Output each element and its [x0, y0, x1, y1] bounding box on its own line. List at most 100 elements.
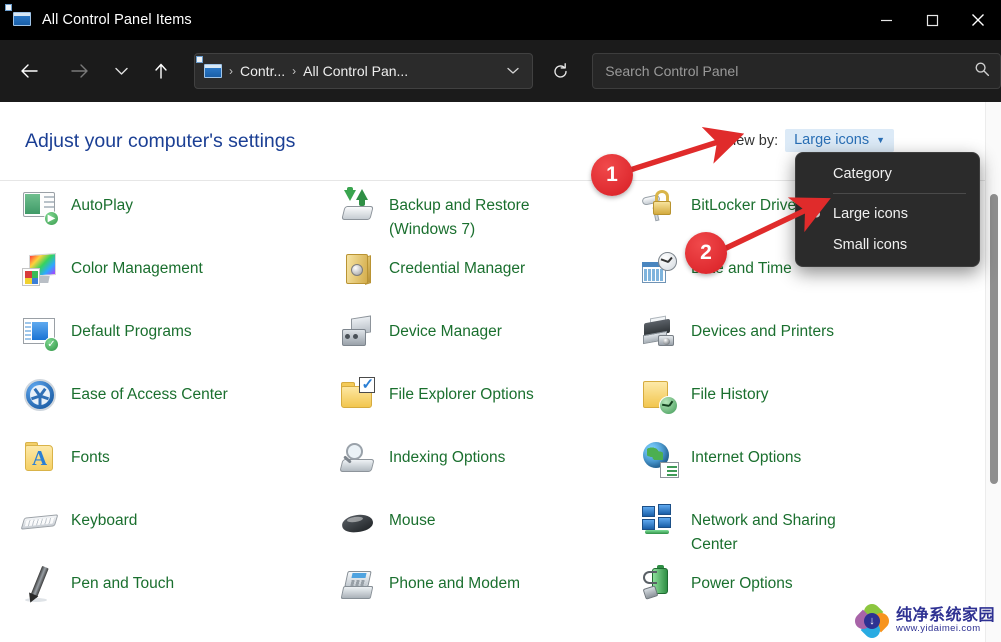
navigation-bar: › Contr... › All Control Pan... [0, 40, 1001, 102]
item-label: Credential Manager [389, 260, 526, 277]
vertical-scrollbar[interactable] [985, 102, 1001, 642]
default-programs-icon: ✓ [22, 315, 59, 352]
watermark-logo-icon: ↓ [851, 600, 893, 642]
item-power-options[interactable]: Power Options [642, 565, 942, 603]
item-internet-options[interactable]: Internet Options [642, 440, 942, 478]
selected-bullet-icon [813, 210, 820, 217]
item-label: Indexing Options [389, 449, 506, 466]
window-controls [863, 0, 1001, 40]
item-ease-of-access-center[interactable]: Ease of Access Center [22, 377, 322, 414]
bitlocker-icon [641, 189, 678, 225]
item-phone-and-modem[interactable]: Phone and Modem [340, 566, 640, 603]
refresh-button[interactable] [543, 54, 577, 88]
item-label: Power Options [691, 575, 793, 592]
view-by-value: Large icons [794, 132, 870, 148]
item-autoplay[interactable]: ▶ AutoPlay [22, 188, 322, 226]
item-label: Ease of Access Center [71, 386, 228, 403]
minimize-button[interactable] [863, 0, 909, 40]
file-history-icon [642, 378, 678, 415]
item-label: File Explorer Options [389, 386, 534, 403]
content-area: Adjust your computer's settings View by:… [0, 102, 1001, 642]
item-indexing-options[interactable]: Indexing Options [339, 440, 640, 477]
annotation-number: 1 [606, 163, 618, 186]
breadcrumb-separator-1: › [229, 64, 233, 78]
annotation-marker-2: 2 [685, 232, 727, 274]
view-by-label: View by: [723, 132, 779, 149]
breadcrumb-control-panel-icon [196, 55, 222, 79]
breadcrumb-chevron-down-icon[interactable] [500, 56, 526, 86]
item-network-and-sharing-center[interactable]: Network and Sharing Center [642, 503, 942, 557]
caret-down-icon: ▼ [876, 134, 885, 145]
item-label: Device Manager [389, 323, 502, 340]
item-fonts[interactable]: A Fonts [22, 440, 322, 477]
menu-item-label: Category [833, 165, 892, 182]
item-device-manager[interactable]: Device Manager [340, 314, 640, 351]
file-explorer-options-icon [340, 375, 376, 414]
recent-locations-button[interactable] [108, 54, 134, 88]
view-by-control: View by: Large icons ▼ [724, 129, 894, 152]
menu-item-label: Small icons [833, 236, 908, 253]
menu-item-label: Large icons [833, 205, 908, 222]
item-credential-manager[interactable]: Credential Manager [340, 251, 640, 288]
item-pen-and-touch[interactable]: Pen and Touch [22, 565, 322, 605]
watermark: ↓ 纯净系统家园 www.yidaimei.com [851, 600, 995, 642]
watermark-title: 纯净系统家园 [895, 606, 995, 624]
autoplay-icon: ▶ [22, 189, 59, 226]
item-label: Internet Options [691, 449, 802, 466]
item-label: Default Programs [71, 323, 192, 340]
keyboard-icon [20, 504, 59, 540]
forward-button[interactable] [62, 54, 96, 88]
window-title: All Control Panel Items [42, 12, 192, 28]
item-label: AutoPlay [71, 197, 134, 214]
back-button[interactable] [12, 54, 46, 88]
item-label: Network and Sharing Center [691, 512, 836, 554]
mouse-icon [340, 504, 376, 540]
item-keyboard[interactable]: Keyboard [20, 503, 322, 540]
item-label: Backup and Restore (Windows 7) [389, 197, 530, 239]
item-label: File History [691, 386, 769, 403]
breadcrumb-item-1[interactable]: All Control Pan... [303, 63, 408, 79]
credential-manager-icon [340, 252, 376, 288]
breadcrumb-item-0[interactable]: Contr... [240, 63, 285, 79]
item-label: Keyboard [71, 512, 138, 529]
item-backup-and-restore[interactable]: Backup and Restore (Windows 7) [340, 187, 640, 242]
menu-divider [833, 193, 966, 194]
power-options-icon [642, 565, 678, 603]
indexing-options-icon [339, 441, 376, 477]
item-label: Color Management [71, 260, 203, 277]
breadcrumb-separator-2: › [292, 64, 297, 78]
scrollbar-thumb[interactable] [990, 194, 998, 484]
watermark-url: www.yidaimei.com [895, 623, 981, 635]
search-box[interactable] [592, 53, 1001, 89]
item-label: Phone and Modem [389, 575, 520, 592]
item-color-management[interactable]: Color Management [22, 251, 322, 288]
menu-item-small-icons[interactable]: Small icons [796, 229, 979, 260]
search-input[interactable] [605, 63, 974, 79]
page-title: Adjust your computer's settings [25, 130, 296, 152]
view-by-dropdown-menu[interactable]: Category Large icons Small icons [795, 152, 980, 267]
ease-of-access-icon [22, 378, 58, 414]
network-sharing-icon [642, 504, 678, 540]
device-manager-icon [340, 315, 376, 351]
view-by-dropdown-button[interactable]: Large icons ▼ [785, 129, 894, 152]
item-file-history[interactable]: File History [642, 377, 942, 415]
watermark-text: 纯净系统家园 www.yidaimei.com [895, 606, 995, 635]
menu-item-category[interactable]: Category [796, 158, 979, 189]
address-bar[interactable]: › Contr... › All Control Pan... [194, 53, 534, 89]
item-file-explorer-options[interactable]: File Explorer Options [340, 375, 640, 414]
title-bar: All Control Panel Items [0, 0, 1001, 40]
pen-and-touch-icon [22, 565, 58, 605]
fonts-icon: A [22, 441, 58, 477]
item-devices-and-printers[interactable]: Devices and Printers [642, 314, 942, 351]
item-label: Devices and Printers [691, 323, 835, 340]
color-management-icon [22, 252, 58, 288]
item-default-programs[interactable]: ✓ Default Programs [22, 314, 322, 352]
search-icon[interactable] [974, 61, 990, 82]
close-button[interactable] [955, 0, 1001, 40]
item-mouse[interactable]: Mouse [340, 503, 640, 540]
maximize-button[interactable] [909, 0, 955, 40]
control-panel-icon [5, 4, 31, 28]
up-button[interactable] [144, 54, 178, 88]
internet-options-icon [642, 441, 679, 478]
menu-item-large-icons[interactable]: Large icons [796, 198, 979, 229]
